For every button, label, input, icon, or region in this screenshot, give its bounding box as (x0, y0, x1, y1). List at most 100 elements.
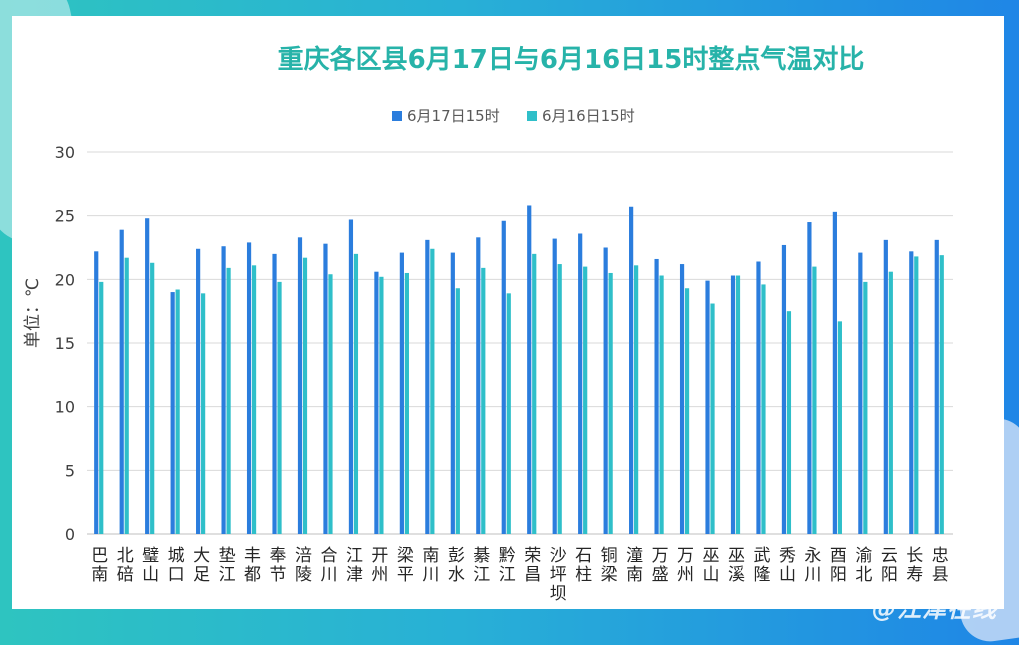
bar-series-1 (297, 237, 303, 534)
bar-series-1 (781, 244, 787, 534)
bar-series-2 (812, 266, 817, 534)
bar-series-2 (175, 289, 180, 534)
bar-chart: 重庆各区县6月17日与6月16日15时整点气温对比 6月17日15时 6月16日… (23, 44, 953, 604)
bar-series-1 (654, 258, 659, 534)
x-tick-label: 江津 (346, 546, 363, 585)
bar-series-2 (379, 276, 384, 534)
chart-panel: 重庆各区县6月17日与6月16日15时整点气温对比 6月17日15时 6月16日… (12, 16, 1004, 609)
bar-series-1 (94, 251, 99, 534)
x-tick-label: 巫山 (703, 546, 720, 585)
bar-series-1 (425, 239, 430, 535)
legend-swatch-series-2 (527, 111, 537, 121)
bar-series-1 (348, 219, 354, 534)
y-axis-label: 单位：℃ (23, 278, 43, 348)
bar-series-2 (201, 293, 206, 534)
x-tick-label: 涪陵 (295, 546, 312, 585)
bar-series-1 (374, 271, 379, 534)
bar-series-2 (430, 248, 435, 535)
x-tick-label: 巴南 (91, 546, 108, 585)
y-tick-label: 15 (55, 334, 75, 353)
x-tick-label: 酉阳 (830, 546, 847, 585)
bar-series-1 (883, 239, 888, 535)
bar-series-1 (399, 252, 404, 535)
legend-swatch-series-1 (392, 111, 402, 121)
bar-series-2 (226, 267, 231, 534)
y-tick-label: 10 (55, 398, 75, 417)
bar-series-1 (476, 237, 481, 534)
x-tick-label: 沙坪坝 (550, 546, 567, 604)
bar-series-2 (328, 274, 333, 534)
x-tick-label: 石柱 (575, 546, 592, 585)
bar-series-2 (608, 272, 613, 534)
bar-series-2 (837, 321, 842, 534)
y-tick-label: 25 (55, 207, 75, 226)
x-tick-label: 潼南 (626, 546, 643, 585)
bar-series-2 (914, 256, 919, 534)
chart-title: 重庆各区县6月17日与6月16日15时整点气温对比 (278, 44, 865, 75)
bar-series-1 (909, 251, 914, 534)
x-tick-label: 云阳 (881, 546, 898, 585)
bar-series-2 (124, 257, 129, 534)
bar-series-1 (145, 218, 150, 535)
bar-series-1 (501, 220, 506, 534)
x-tick-label: 永川 (804, 546, 821, 585)
bar-series-2 (939, 255, 944, 534)
x-tick-label: 荣昌 (524, 546, 541, 585)
bars (94, 205, 944, 535)
x-tick-label: 璧山 (142, 546, 159, 585)
bar-series-2 (251, 265, 257, 534)
bar-series-1 (552, 238, 557, 534)
bar-series-2 (761, 284, 766, 534)
x-tick-label: 万州 (677, 546, 694, 585)
x-tick-label: 城口 (168, 546, 185, 585)
bar-series-2 (557, 264, 562, 534)
bar-series-1 (221, 246, 226, 534)
x-tick-label: 黔江 (499, 546, 516, 585)
y-tick-label: 20 (55, 270, 75, 289)
legend-label-series-1: 6月17日15时 (407, 107, 500, 125)
x-tick-label: 南川 (422, 546, 439, 585)
bar-series-2 (583, 266, 588, 534)
bar-series-1 (272, 253, 277, 534)
y-axis-ticks: 0 5 10 15 20 25 30 (55, 143, 75, 544)
bar-series-1 (807, 222, 812, 535)
bar-series-1 (705, 280, 710, 534)
x-tick-label: 忠县 (932, 546, 949, 585)
bar-series-2 (506, 293, 511, 534)
x-tick-label: 丰都 (244, 546, 261, 585)
bar-series-1 (603, 247, 608, 534)
x-tick-label: 彭水 (448, 546, 465, 585)
x-tick-label: 奉节 (270, 546, 287, 585)
x-tick-label: 垫江 (219, 546, 236, 585)
bar-series-1 (832, 211, 837, 534)
bar-series-1 (119, 229, 124, 534)
bar-series-1 (578, 233, 583, 534)
bar-series-2 (99, 281, 104, 534)
x-tick-label: 渝北 (855, 546, 872, 585)
bar-series-1 (730, 275, 736, 534)
bar-series-1 (858, 252, 863, 535)
bar-series-2 (863, 281, 868, 534)
x-tick-label: 武隆 (753, 546, 770, 585)
legend: 6月17日15时 6月16日15时 (392, 107, 635, 125)
x-tick-label: 万盛 (652, 546, 669, 585)
bar-series-2 (786, 311, 792, 534)
x-tick-label: 合川 (320, 546, 337, 585)
bar-series-2 (302, 257, 308, 534)
x-tick-label: 綦江 (473, 546, 490, 585)
bar-series-1 (323, 243, 328, 534)
x-tick-label: 梁平 (397, 546, 414, 585)
bar-series-1 (170, 292, 175, 534)
bar-series-2 (634, 265, 639, 534)
x-tick-label: 秀山 (779, 546, 796, 585)
bar-series-1 (450, 252, 455, 535)
x-axis-labels: 巴南北碚璧山城口大足垫江丰都奉节涪陵合川江津开州梁平南川彭水綦江黔江荣昌沙坪坝石… (91, 546, 949, 604)
y-tick-label: 30 (55, 143, 75, 162)
x-tick-label: 巫溪 (728, 546, 745, 585)
x-tick-label: 开州 (371, 546, 388, 585)
bar-series-1 (527, 205, 532, 535)
x-tick-label: 大足 (193, 546, 210, 585)
bar-series-1 (934, 239, 939, 535)
bar-series-1 (629, 206, 634, 534)
x-tick-label: 长寿 (906, 546, 923, 585)
